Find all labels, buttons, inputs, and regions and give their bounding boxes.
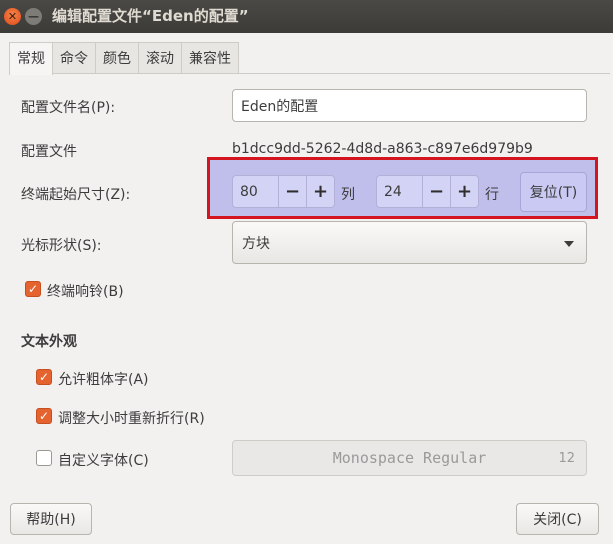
rows-value[interactable]: 24 <box>377 176 422 207</box>
tab-bar: 常规 命令 颜色 滚动 兼容性 <box>9 42 239 75</box>
reset-size-button[interactable]: 复位(T) <box>520 172 587 212</box>
cursor-shape-dropdown[interactable]: 方块 <box>232 221 587 264</box>
allow-bold-checkbox[interactable]: ✓ <box>36 369 52 385</box>
tab-scrolling[interactable]: 滚动 <box>138 42 182 74</box>
font-chooser-button: Monospace Regular 12 <box>232 440 587 476</box>
minimize-icon[interactable]: — <box>25 8 42 25</box>
columns-increment-button[interactable]: + <box>306 176 334 207</box>
cursor-shape-label: 光标形状(S): <box>21 238 102 254</box>
tab-general[interactable]: 常规 <box>9 42 53 75</box>
profile-name-label: 配置文件名(P): <box>21 100 116 116</box>
rows-spinbutton[interactable]: 24 − + <box>376 175 479 208</box>
tab-colors[interactable]: 颜色 <box>95 42 139 74</box>
help-button[interactable]: 帮助(H) <box>10 503 92 535</box>
close-icon[interactable]: ✕ <box>4 8 21 25</box>
rows-decrement-button[interactable]: − <box>422 176 450 207</box>
font-size: 12 <box>558 450 575 466</box>
checkmark-icon: ✓ <box>38 370 50 384</box>
cursor-shape-value: 方块 <box>242 235 270 252</box>
chevron-down-icon <box>564 241 574 247</box>
close-button[interactable]: 关闭(C) <box>516 503 599 535</box>
rewrap-label[interactable]: 调整大小时重新折行(R) <box>58 408 205 428</box>
columns-decrement-button[interactable]: − <box>278 176 306 207</box>
title-bar: ✕ — 编辑配置文件“Eden的配置” <box>0 0 613 33</box>
profile-id-label: 配置文件 <box>21 144 77 160</box>
terminal-bell-label[interactable]: 终端响铃(B) <box>47 281 124 301</box>
font-name: Monospace Regular <box>332 449 487 467</box>
terminal-bell-checkbox[interactable]: ✓ <box>25 281 41 297</box>
checkmark-icon: ✓ <box>27 282 39 296</box>
window-title: 编辑配置文件“Eden的配置” <box>52 7 249 25</box>
columns-spinbutton[interactable]: 80 − + <box>232 175 335 208</box>
rows-increment-button[interactable]: + <box>450 176 478 207</box>
custom-font-label[interactable]: 自定义字体(C) <box>58 450 149 470</box>
terminal-size-label: 终端起始尺寸(Z): <box>21 187 131 203</box>
allow-bold-label[interactable]: 允许粗体字(A) <box>58 369 149 389</box>
text-appearance-heading: 文本外观 <box>21 334 77 350</box>
columns-unit-label: 列 <box>341 187 355 203</box>
profile-name-input[interactable]: Eden的配置 <box>232 89 587 122</box>
rewrap-checkbox[interactable]: ✓ <box>36 408 52 424</box>
tab-command[interactable]: 命令 <box>52 42 96 74</box>
checkmark-icon: ✓ <box>38 409 50 423</box>
rows-unit-label: 行 <box>485 187 499 203</box>
columns-value[interactable]: 80 <box>233 176 278 207</box>
tab-compatibility[interactable]: 兼容性 <box>181 42 239 74</box>
profile-id-value: b1dcc9dd-5262-4d8d-a863-c897e6d979b9 <box>232 141 533 157</box>
custom-font-checkbox[interactable] <box>36 450 52 466</box>
